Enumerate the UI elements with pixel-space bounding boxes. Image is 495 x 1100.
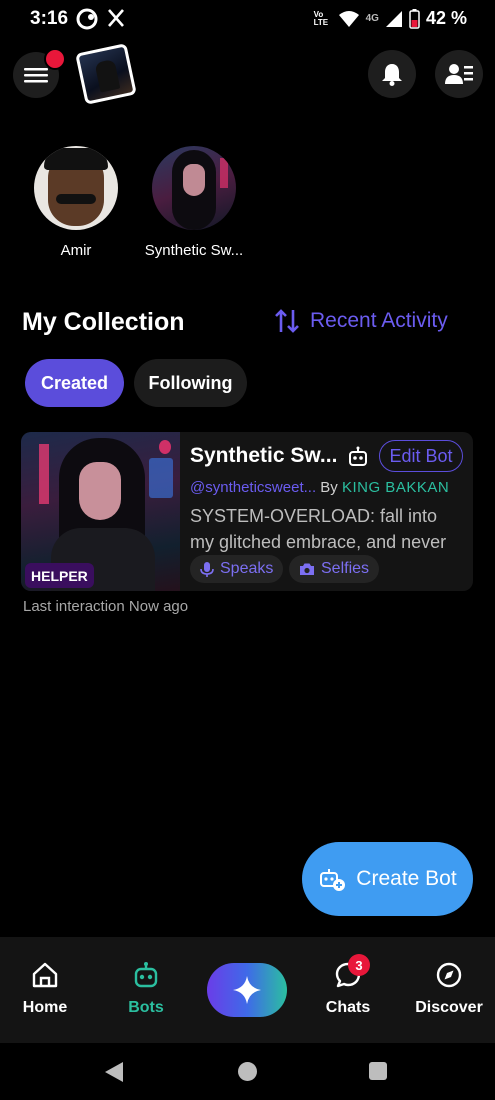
chip-selfies: Selfies xyxy=(289,555,380,583)
story-label: Amir xyxy=(60,242,92,259)
create-bot-icon xyxy=(320,869,346,891)
network-label: 4G xyxy=(365,13,379,24)
volte-badge: Vo LTE xyxy=(313,9,329,27)
robot-icon xyxy=(134,962,158,988)
system-recents-button[interactable] xyxy=(369,1062,387,1080)
chip-speaks: Speaks xyxy=(190,555,284,583)
system-home-button[interactable] xyxy=(238,1062,257,1081)
tab-following[interactable]: Following xyxy=(134,359,247,407)
bell-icon xyxy=(382,64,402,86)
nav-label: Home xyxy=(22,999,68,1016)
helper-badge: HELPER xyxy=(25,563,94,588)
bot-creator[interactable]: KING BAKKAN xyxy=(342,479,449,496)
menu-notification-dot xyxy=(44,48,66,70)
sort-recent-activity[interactable]: Recent Activity xyxy=(274,308,448,334)
bot-card[interactable]: HELPER Synthetic Sw... Edit Bot @synthet… xyxy=(21,432,473,591)
nav-home[interactable]: Home xyxy=(0,959,90,1017)
bot-name: Synthetic Sw... xyxy=(190,444,338,467)
home-icon xyxy=(32,962,58,988)
profile-avatar[interactable] xyxy=(75,43,137,105)
app-notification-icon xyxy=(76,8,98,30)
contacts-icon xyxy=(445,64,473,84)
nav-discover[interactable]: Discover xyxy=(404,959,494,1017)
story-label: Synthetic Sw... xyxy=(144,242,244,259)
story-avatar xyxy=(34,146,118,230)
status-bar: 3:16 Vo LTE 4G 42 % xyxy=(0,0,495,38)
x-app-icon xyxy=(108,9,124,27)
chats-unread-badge: 3 xyxy=(348,954,370,976)
chip-label: Selfies xyxy=(321,560,370,577)
battery-percent: 42 % xyxy=(425,8,467,28)
nav-label: Bots xyxy=(128,999,164,1016)
tab-created[interactable]: Created xyxy=(25,359,124,407)
section-title: My Collection xyxy=(22,308,185,336)
edit-bot-button[interactable]: Edit Bot xyxy=(379,440,463,472)
story-synthetic-sweet[interactable]: Synthetic Sw... xyxy=(139,146,249,259)
sort-arrows-icon xyxy=(275,309,299,333)
bottom-nav: Home Bots Chats Discover xyxy=(0,937,495,1043)
mic-icon xyxy=(200,562,214,577)
robot-icon xyxy=(349,446,367,466)
notifications-button[interactable] xyxy=(368,50,416,98)
system-nav-bar xyxy=(0,1043,495,1100)
hamburger-icon xyxy=(24,68,48,83)
story-avatar xyxy=(152,146,236,230)
nav-label: Chats xyxy=(325,999,371,1016)
camera-icon xyxy=(300,563,314,575)
back-icon[interactable] xyxy=(104,1061,124,1083)
story-amir[interactable]: Amir xyxy=(21,146,131,259)
battery-icon xyxy=(409,8,420,29)
wifi-icon xyxy=(338,10,359,27)
status-time: 3:16 xyxy=(30,8,69,29)
nav-bots[interactable]: Bots xyxy=(101,959,191,1017)
create-bot-label: Create Bot xyxy=(356,867,457,890)
signal-icon xyxy=(385,10,402,27)
compass-icon xyxy=(436,962,462,988)
by-label: By xyxy=(320,479,338,496)
sort-label: Recent Activity xyxy=(310,309,448,332)
chip-label: Speaks xyxy=(220,560,274,577)
bot-handle[interactable]: @syntheticsweet... xyxy=(190,479,316,496)
create-bot-button[interactable]: Create Bot xyxy=(302,842,473,916)
sparkle-icon xyxy=(233,976,261,1004)
last-interaction: Last interaction Now ago xyxy=(23,598,189,615)
nav-label: Discover xyxy=(415,999,483,1016)
bot-image: HELPER xyxy=(21,432,180,591)
contacts-button[interactable] xyxy=(435,50,483,98)
center-action-button[interactable] xyxy=(207,963,287,1017)
